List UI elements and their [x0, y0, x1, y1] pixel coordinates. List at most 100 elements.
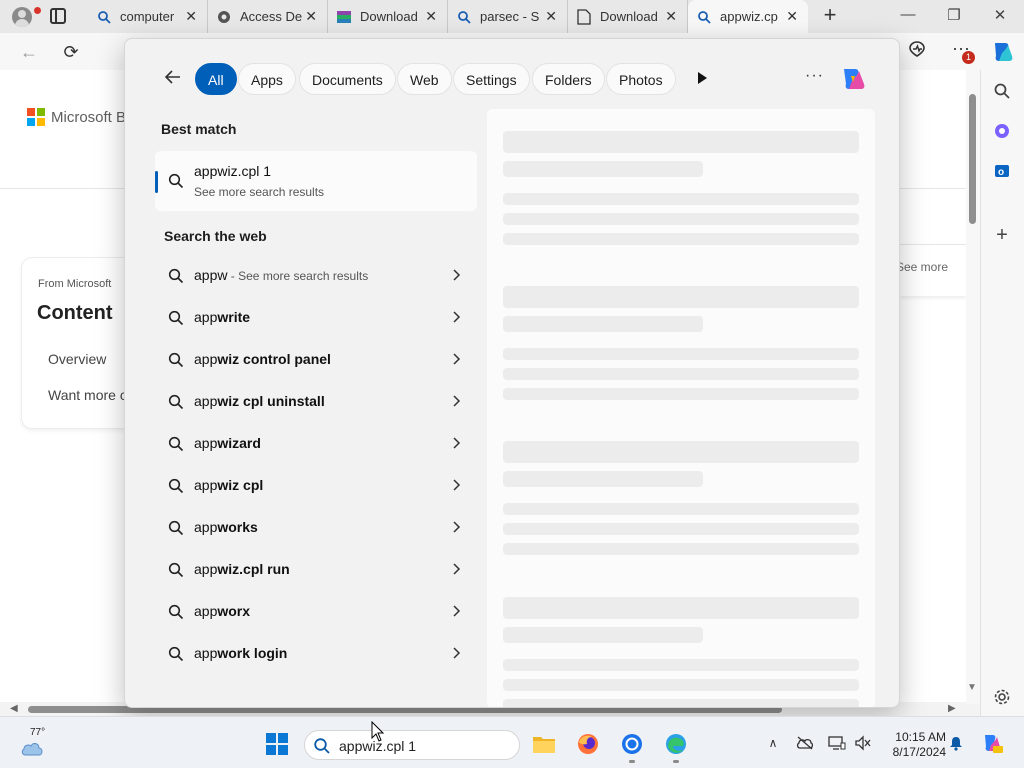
web-result-item[interactable]: appwrite	[155, 299, 475, 337]
restore-button[interactable]: ❐	[944, 6, 964, 24]
copilot-preview-icon[interactable]	[980, 731, 1004, 755]
scroll-down-arrow[interactable]: ▼	[967, 682, 977, 693]
notification-bell-icon[interactable]	[947, 734, 965, 752]
browser-tab[interactable]: Download ✕	[328, 0, 448, 33]
loading-placeholder	[503, 213, 859, 225]
sidebar-search-icon[interactable]	[991, 80, 1013, 102]
tab-close-icon[interactable]: ✕	[185, 9, 197, 23]
filter-web[interactable]: Web	[397, 63, 452, 95]
browser-essentials-icon[interactable]	[906, 39, 928, 61]
more-filters-icon[interactable]	[695, 71, 709, 85]
scroll-right-arrow[interactable]: ▶	[948, 703, 956, 714]
browser-tab[interactable]: computer ✕	[88, 0, 208, 33]
vertical-scroll-thumb[interactable]	[969, 94, 976, 224]
web-result-typed-text: app	[194, 603, 218, 619]
close-window-button[interactable]: ✕	[990, 6, 1010, 24]
copilot-icon[interactable]	[837, 63, 869, 95]
browser-tab[interactable]: parsec - S ✕	[448, 0, 568, 33]
search-icon	[168, 310, 184, 326]
tab-actions-icon[interactable]	[50, 8, 66, 24]
card-link-want-more[interactable]: Want more c	[48, 387, 127, 403]
copilot-sidebar-icon[interactable]	[989, 39, 1015, 65]
browser-tab[interactable]: appwiz.cp ✕	[688, 0, 808, 33]
web-result-subtext: - See more search results	[227, 269, 369, 283]
web-result-item[interactable]: appwork login	[155, 635, 475, 673]
browser-tab[interactable]: Download ✕	[568, 0, 688, 33]
best-match-result[interactable]: appwiz.cpl 1 See more search results	[155, 151, 477, 211]
web-result-item[interactable]: appwiz cpl uninstall	[155, 383, 475, 421]
tab-close-icon[interactable]: ✕	[425, 9, 437, 23]
chevron-right-icon	[453, 647, 461, 659]
chevron-right-icon	[453, 311, 461, 323]
search-web-heading: Search the web	[164, 228, 267, 244]
onedrive-offline-icon[interactable]	[796, 734, 814, 752]
flyout-back-icon[interactable]	[163, 67, 185, 89]
volume-muted-icon[interactable]	[854, 734, 872, 752]
logo-text: Microsoft B	[51, 108, 127, 126]
web-result-label: appwizard	[194, 435, 261, 451]
chevron-right-icon	[453, 605, 461, 617]
weather-widget[interactable]: 77°	[18, 725, 50, 761]
search-icon	[696, 9, 712, 25]
tab-close-icon[interactable]: ✕	[786, 9, 798, 23]
profile-button[interactable]	[8, 3, 41, 31]
filter-folders[interactable]: Folders	[532, 63, 605, 95]
web-result-item[interactable]: appwizard	[155, 425, 475, 463]
web-result-suggested-text: wiz control panel	[217, 351, 331, 367]
minimize-button[interactable]: —	[898, 6, 918, 23]
microsoft-logo[interactable]: Microsoft B	[27, 108, 126, 126]
web-result-suggested-text: write	[217, 309, 251, 325]
tab-close-icon[interactable]: ✕	[305, 9, 317, 23]
sidebar-add-icon[interactable]: +	[991, 224, 1013, 246]
vertical-scrollbar[interactable]: ▼	[966, 70, 980, 704]
filter-all[interactable]: All	[195, 63, 237, 95]
scroll-left-arrow[interactable]: ◀	[10, 703, 18, 714]
taskbar: 77° ∧ 10:15 AM 8/17/2024	[0, 716, 1024, 768]
chrome-icon[interactable]	[619, 731, 645, 757]
new-tab-button[interactable]: +	[818, 4, 842, 28]
edge-icon[interactable]	[663, 731, 689, 757]
flyout-more-options-button[interactable]: ···	[805, 67, 824, 85]
show-hidden-icons-chevron-up-icon[interactable]: ∧	[764, 734, 782, 752]
taskbar-search-box[interactable]	[304, 730, 520, 760]
web-result-suggested-text: worx	[217, 603, 251, 619]
chevron-right-icon	[453, 353, 461, 365]
web-result-item[interactable]: appw - See more search results	[155, 257, 475, 295]
sidebar-settings-icon[interactable]	[991, 686, 1013, 708]
filter-documents[interactable]: Documents	[299, 63, 396, 95]
file-explorer-icon[interactable]	[531, 731, 557, 757]
sidebar-copilot-app-icon[interactable]	[991, 120, 1013, 142]
web-result-item[interactable]: appworks	[155, 509, 475, 547]
web-result-item[interactable]: appwiz cpl	[155, 467, 475, 505]
browser-tab[interactable]: Access De ✕	[208, 0, 328, 33]
back-button[interactable]: ←	[18, 41, 40, 63]
card-link-overview[interactable]: Overview	[48, 351, 106, 367]
web-result-item[interactable]: appwiz control panel	[155, 341, 475, 379]
web-result-suggested-text: wiz cpl	[217, 477, 264, 493]
firefox-icon[interactable]	[575, 731, 601, 757]
tab-close-icon[interactable]: ✕	[665, 9, 677, 23]
web-result-label: appw - See more search results	[194, 267, 368, 283]
search-icon	[168, 352, 184, 368]
display-network-icon[interactable]	[828, 734, 846, 752]
start-icon[interactable]	[264, 731, 290, 757]
filter-settings[interactable]: Settings	[453, 63, 530, 95]
browser-sidebar: o +	[980, 70, 1024, 716]
refresh-button[interactable]: ⟳	[60, 41, 82, 63]
web-result-item[interactable]: appwiz.cpl run	[155, 551, 475, 589]
filter-photos[interactable]: Photos	[606, 63, 676, 95]
web-result-label: appwiz cpl	[194, 477, 263, 493]
see-more-link[interactable]: See more	[896, 260, 948, 274]
chevron-right-icon	[453, 479, 461, 491]
search-flyout: All Apps Documents Web Settings Folders Photos…	[124, 38, 900, 708]
web-result-item[interactable]: appworx	[155, 593, 475, 631]
tab-close-icon[interactable]: ✕	[545, 9, 557, 23]
system-clock[interactable]: 10:15 AM 8/17/2024	[880, 730, 946, 760]
web-result-typed-text: app	[194, 645, 218, 661]
settings-icon	[216, 9, 232, 25]
sidebar-outlook-icon[interactable]: o	[991, 160, 1013, 182]
profile-avatar-icon	[12, 7, 32, 27]
filter-apps[interactable]: Apps	[238, 63, 296, 95]
clock-date: 8/17/2024	[892, 745, 946, 759]
search-input[interactable]	[339, 736, 509, 756]
